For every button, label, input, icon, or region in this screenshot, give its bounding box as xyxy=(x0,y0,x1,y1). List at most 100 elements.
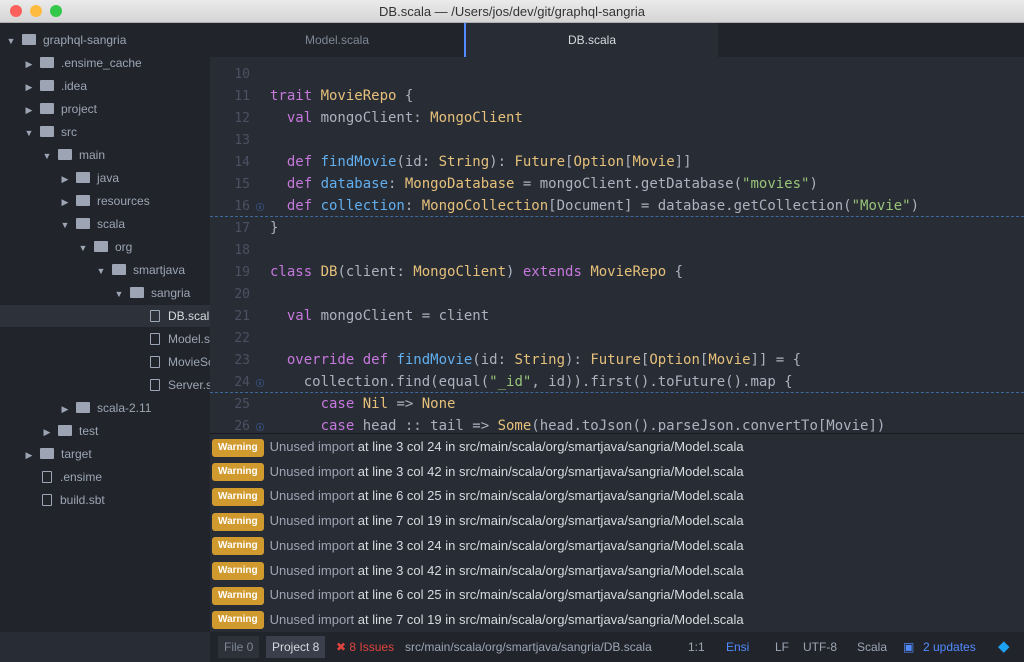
tree-item[interactable]: ▶ resources xyxy=(0,190,210,212)
tree-item[interactable]: DB.scala xyxy=(0,305,210,327)
code-token: def xyxy=(270,198,321,214)
line-ending[interactable]: LF xyxy=(775,632,789,662)
package-icon[interactable]: ▣ xyxy=(903,632,914,662)
tree-item[interactable]: ▼ src xyxy=(0,121,210,143)
code-token: "movies" xyxy=(742,176,810,192)
chevron-down-icon[interactable]: ▼ xyxy=(58,214,72,235)
tree-item[interactable]: ▶ scala-2.11 xyxy=(0,397,210,419)
chevron-right-icon[interactable]: ▶ xyxy=(58,168,72,189)
tree-item[interactable]: build.sbt xyxy=(0,489,210,511)
chevron-down-icon[interactable]: ▼ xyxy=(22,122,36,143)
issue-row[interactable]: Warning Unused import at line 6 col 25 in… xyxy=(212,485,744,507)
chevron-right-icon[interactable]: ▶ xyxy=(22,53,36,74)
tree-item[interactable]: .ensime xyxy=(0,466,210,488)
tree-item[interactable]: Server.scala xyxy=(0,374,210,396)
tree-item[interactable]: ▼ sangria xyxy=(0,282,210,304)
code-token: extends xyxy=(522,264,591,280)
tree-item[interactable]: ▼ main xyxy=(0,144,210,166)
tree-item[interactable]: ▶ project xyxy=(0,98,210,120)
project-issues-tab[interactable]: Project 8 xyxy=(266,636,326,658)
grammar[interactable]: Scala xyxy=(857,632,887,662)
tab-db-scala[interactable]: DB.scala xyxy=(464,23,718,57)
issue-row[interactable]: Warning Unused import at line 6 col 25 in… xyxy=(212,584,744,606)
code-token: (head.toJson().parseJson.convertTo[Movie… xyxy=(531,418,886,432)
info-icon[interactable]: ⓘ xyxy=(250,417,270,432)
chevron-down-icon[interactable]: ▼ xyxy=(112,283,126,304)
folder-icon xyxy=(40,57,54,68)
tree-item[interactable]: Model.scala xyxy=(0,328,210,350)
chevron-right-icon[interactable]: ▶ xyxy=(22,99,36,120)
encoding[interactable]: UTF-8 xyxy=(803,632,837,662)
chevron-right-icon[interactable]: ▶ xyxy=(58,191,72,212)
chevron-down-icon[interactable]: ▼ xyxy=(94,260,108,281)
issue-location[interactable]: at line 6 col 25 in src/main/scala/org/s… xyxy=(354,488,744,503)
issues-panel: Warning Unused import at line 3 col 24 in… xyxy=(210,433,1024,632)
issue-location[interactable]: at line 7 col 19 in src/main/scala/org/s… xyxy=(354,612,744,627)
folder-icon xyxy=(76,402,90,413)
code-token: Movie xyxy=(632,154,675,170)
tree-item[interactable]: ▶ test xyxy=(0,420,210,442)
tree-item[interactable]: ▶ java xyxy=(0,167,210,189)
issue-row[interactable]: Warning Unused import at line 7 col 19 in… xyxy=(212,609,744,631)
cursor-position[interactable]: 1:1 xyxy=(688,632,705,662)
tree-item[interactable]: ▶ .ensime_cache xyxy=(0,52,210,74)
tree-item-label: main xyxy=(79,148,106,162)
issue-location[interactable]: at line 3 col 24 in src/main/scala/org/s… xyxy=(354,439,744,454)
code-token: String xyxy=(514,352,566,368)
tree-item[interactable]: ▶ .idea xyxy=(0,75,210,97)
info-icon[interactable]: ⓘ xyxy=(250,197,270,219)
issue-location[interactable]: at line 3 col 24 in src/main/scala/org/s… xyxy=(354,538,744,553)
issue-row[interactable]: Warning Unused import at line 3 col 42 in… xyxy=(212,560,744,582)
file-issues-tab[interactable]: File 0 xyxy=(218,636,260,658)
code-token: val xyxy=(270,308,321,324)
chevron-right-icon[interactable]: ▶ xyxy=(22,76,36,97)
tree-item[interactable]: ▼ smartjava xyxy=(0,259,210,281)
folder-icon xyxy=(40,126,54,137)
tree-item[interactable]: ▼ graphql-sangria xyxy=(0,29,210,51)
folder-icon xyxy=(76,195,90,206)
tree-item-label: DB.scala xyxy=(168,309,210,323)
issue-row[interactable]: Warning Unused import at line 3 col 24 in… xyxy=(212,535,744,557)
code-token: database xyxy=(320,176,389,192)
issue-location[interactable]: at line 7 col 19 in src/main/scala/org/s… xyxy=(354,513,744,528)
chevron-down-icon[interactable]: ▼ xyxy=(4,30,18,51)
code-text: case Nil => None xyxy=(270,396,456,412)
code-token: trait xyxy=(270,88,321,104)
ensime-status[interactable]: Ensi xyxy=(726,632,749,662)
chevron-right-icon[interactable]: ▶ xyxy=(58,398,72,419)
issue-location[interactable]: at line 3 col 42 in src/main/scala/org/s… xyxy=(354,563,744,578)
chevron-down-icon[interactable]: ▼ xyxy=(40,145,54,166)
file-icon xyxy=(42,494,52,506)
tree-item[interactable]: ▶ target xyxy=(0,443,210,465)
code-token: Option xyxy=(573,154,625,170)
tree-item-label: MovieSchema.scala xyxy=(168,355,210,369)
code-token: MongoDatabase xyxy=(404,176,515,192)
tree-item[interactable]: ▼ scala xyxy=(0,213,210,235)
chevron-right-icon[interactable]: ▶ xyxy=(22,444,36,465)
issue-row[interactable]: Warning Unused import at line 3 col 42 in… xyxy=(212,461,744,483)
code-text: trait MovieRepo { xyxy=(270,88,413,104)
squirrel-icon[interactable]: ◆ xyxy=(998,632,1010,662)
updates-link[interactable]: 2 updates xyxy=(923,632,976,662)
file-path[interactable]: src/main/scala/org/smartjava/sangria/DB.… xyxy=(405,632,652,662)
minimize-window-button[interactable] xyxy=(30,5,42,17)
tree-item-label: test xyxy=(79,424,99,438)
tab-model-scala[interactable]: Model.scala xyxy=(210,23,464,57)
chevron-right-icon[interactable]: ▶ xyxy=(40,421,54,442)
info-icon[interactable]: ⓘ xyxy=(250,373,270,395)
code-token: ) xyxy=(506,264,523,280)
issue-location[interactable]: at line 6 col 25 in src/main/scala/org/s… xyxy=(354,587,744,602)
zoom-window-button[interactable] xyxy=(50,5,62,17)
issue-row[interactable]: Warning Unused import at line 7 col 19 in… xyxy=(212,510,744,532)
tree-item[interactable]: ▼ org xyxy=(0,236,210,258)
code-editor[interactable]: 10 11 trait MovieRepo {12 val mongoClient:… xyxy=(210,57,1024,432)
chevron-down-icon[interactable]: ▼ xyxy=(76,237,90,258)
code-token: Future xyxy=(514,154,566,170)
tree-item[interactable]: MovieSchema.scala xyxy=(0,351,210,373)
issue-location[interactable]: at line 3 col 42 in src/main/scala/org/s… xyxy=(354,464,744,479)
code-token: Future xyxy=(590,352,641,368)
close-window-button[interactable] xyxy=(10,5,22,17)
issues-count[interactable]: ✖ 8 Issues xyxy=(336,632,394,662)
line-number: 16 xyxy=(234,199,250,214)
issue-row[interactable]: Warning Unused import at line 3 col 24 in… xyxy=(212,436,744,458)
